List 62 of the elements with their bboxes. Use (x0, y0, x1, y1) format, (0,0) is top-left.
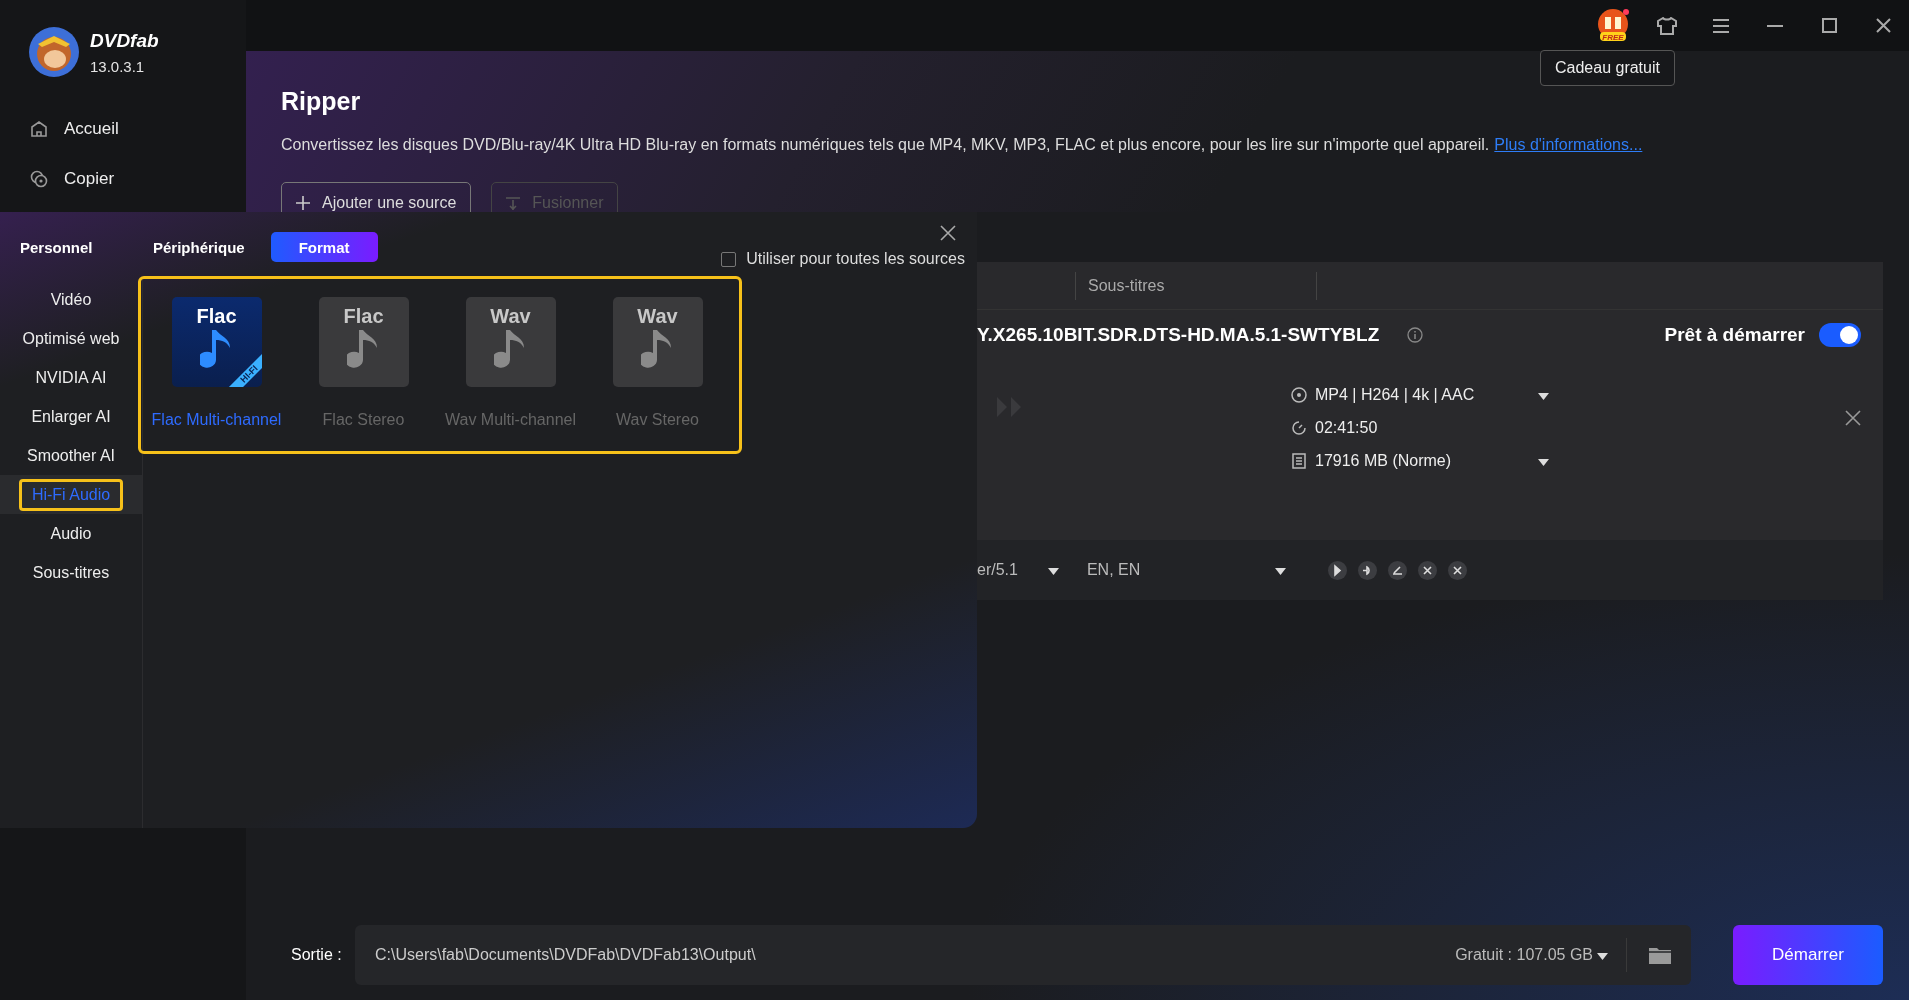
caret-icon[interactable] (1274, 568, 1286, 575)
caret-icon[interactable] (1047, 568, 1059, 575)
plus-icon (296, 196, 310, 210)
clock-icon (1291, 419, 1307, 436)
detail-text: 02:41:50 (1315, 418, 1379, 437)
app-name: DVDfab (90, 29, 159, 52)
close-icon[interactable] (1875, 18, 1891, 33)
format-label[interactable]: Flac Multi-channel (151, 411, 282, 429)
close-icon[interactable] (1845, 410, 1861, 426)
category-item[interactable]: Enlarger AI (18, 400, 124, 433)
column-header: Sous-titres (1088, 276, 1165, 295)
folder-icon[interactable] (1649, 946, 1671, 964)
more-info-link[interactable]: Plus d'informations... (1494, 136, 1643, 153)
caret-icon[interactable] (1597, 953, 1608, 960)
subtitle-track[interactable]: EN, EN (1086, 561, 1275, 579)
checkbox[interactable] (721, 251, 737, 267)
info-icon[interactable] (1407, 327, 1424, 343)
merge-icon (506, 196, 521, 210)
page-description: Convertissez les disques DVD/Blu-ray/4K Ultra HD Blu-ray en formats numériques tels que MP4, MKV, MP3, FLAC et plus encore, pour les lire sur n'importe quel appareil. Plus d'informations... (281, 136, 1644, 154)
home-icon (30, 120, 48, 138)
caret-icon[interactable] (1538, 392, 1549, 400)
output-label: Sortie : (291, 946, 343, 964)
popup-tab[interactable]: Personnel (10, 232, 103, 262)
document-icon (1291, 452, 1307, 469)
tooltip: Cadeau gratuit (1540, 50, 1675, 86)
ready-toggle[interactable] (1819, 323, 1861, 347)
category-item[interactable]: Optimisé web (9, 322, 133, 355)
popup-tab[interactable]: Format (270, 232, 378, 262)
file-name: Y.X265.10BIT.SDR.DTS-HD.MA.5.1-SWTYBLZ (977, 324, 1380, 346)
sidebar-item[interactable]: Copier (28, 154, 246, 204)
page-title: Ripper (281, 87, 362, 116)
free-label: FREE (1602, 32, 1624, 42)
app-version: 13.0.3.1 (90, 57, 146, 75)
sidebar-item[interactable]: Accueil (28, 104, 246, 154)
category-item[interactable]: Audio (37, 517, 105, 550)
close-icon[interactable] (1447, 560, 1467, 580)
checkbox-label[interactable]: Utiliser pour toutes les sources (746, 250, 965, 268)
menu-icon[interactable] (1713, 18, 1729, 33)
format-icon[interactable]: Flac (318, 297, 409, 387)
detail-text: 17916 MB (Norme) (1315, 451, 1453, 470)
format-icon[interactable]: Wav (465, 297, 556, 387)
category-item[interactable]: Sous-titres (19, 556, 123, 589)
start-button[interactable]: Démarrer (1733, 925, 1883, 985)
status-label: Prêt à démarrer (1664, 324, 1805, 346)
caret-icon[interactable] (1538, 458, 1549, 466)
free-space[interactable]: Gratuit : 107.05 GB (1455, 946, 1593, 964)
gift-icon[interactable] (1595, 7, 1631, 44)
edit-icon[interactable] (1387, 560, 1407, 580)
shirt-icon[interactable] (1657, 16, 1677, 35)
maximize-icon[interactable] (1821, 18, 1837, 33)
popup-tab[interactable]: Périphérique (143, 232, 255, 262)
detail-text: MP4 | H264 | 4k | AAC (1315, 385, 1476, 404)
disc-icon (1291, 386, 1307, 403)
output-path-field[interactable]: C:\Users\fab\Documents\DVDFab\DVDFab13\Output\ Gratuit : 107.05 GB (355, 925, 1691, 985)
format-icon[interactable]: Wav (612, 297, 703, 387)
discs-icon (30, 170, 48, 188)
category-item[interactable]: Smoother AI (13, 439, 128, 472)
category-item[interactable]: NVIDIA AI (22, 361, 120, 394)
play-icon[interactable] (1327, 560, 1347, 580)
audio-track[interactable]: er/5.1 (977, 561, 1018, 579)
category-item[interactable]: Vidéo (37, 283, 105, 316)
minimize-icon[interactable] (1767, 24, 1783, 27)
